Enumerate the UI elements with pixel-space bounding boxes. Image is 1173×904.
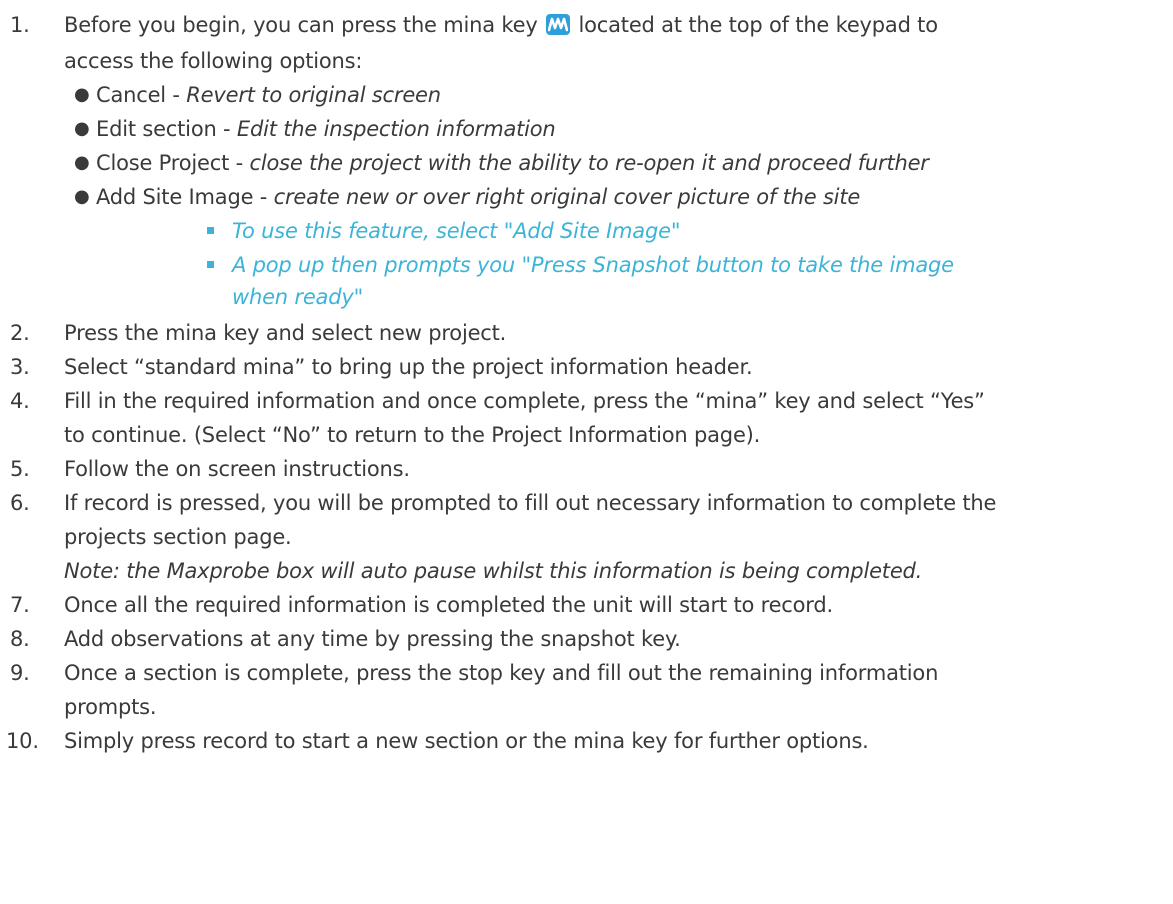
bullet-icon: ● bbox=[74, 152, 90, 173]
square-bullet-icon bbox=[207, 261, 214, 268]
bullet-icon: ● bbox=[74, 118, 90, 139]
bullet-icon: ● bbox=[74, 84, 90, 105]
mina-key-icon bbox=[546, 14, 571, 35]
step-number: 1. bbox=[10, 13, 30, 37]
square-bullet-icon bbox=[207, 227, 214, 234]
step-text: Before you begin, you can press the mina… bbox=[64, 13, 938, 37]
instruction-document: 1. Before you begin, you can press the m… bbox=[6, 13, 997, 753]
bullet-icon: ● bbox=[74, 186, 90, 207]
